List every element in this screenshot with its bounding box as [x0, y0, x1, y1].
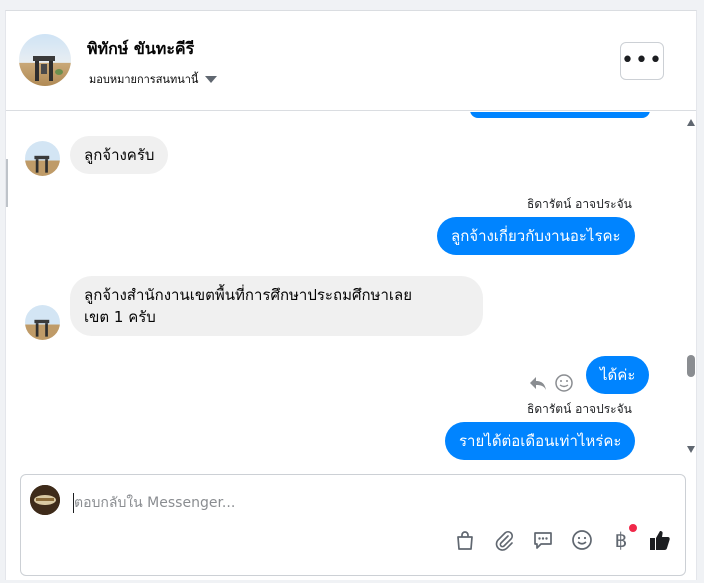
saved-reply-icon[interactable]: [530, 527, 556, 553]
caret-down-icon: [205, 75, 218, 83]
message-sender-name: ธิดารัตน์ อาจประจัน: [527, 197, 632, 211]
reply-composer: ฿: [20, 474, 686, 576]
message-bubble-outgoing[interactable]: รายได้ต่อเดือนเท่าไหร่คะ: [445, 422, 636, 460]
contact-avatar-small: [25, 305, 60, 340]
conversation-panel: พิทักษ์ ขันทะคีรี มอบหมายการสนทนานี้ •••…: [5, 10, 697, 580]
scrollbar-thumb[interactable]: [687, 355, 695, 377]
scroll-up-arrow-icon[interactable]: [687, 119, 695, 126]
baht-symbol: ฿: [614, 528, 628, 552]
contact-avatar-small: [25, 141, 60, 176]
reply-input[interactable]: [74, 492, 634, 514]
baht-payment-icon[interactable]: ฿: [608, 524, 637, 553]
message-line: เขต 1 ครับ: [84, 308, 156, 326]
page-avatar: [30, 485, 60, 515]
message-bubble-incoming[interactable]: ลูกจ้างสำนักงานเขตพื้นที่การศึกษาประถมศึ…: [70, 276, 483, 336]
contact-name[interactable]: พิทักษ์ ขันทะคีรี: [87, 37, 194, 62]
shopping-bag-icon[interactable]: [452, 527, 478, 553]
scroll-down-arrow-icon[interactable]: [687, 446, 695, 453]
message-bubble-incoming[interactable]: ลูกจ้างครับ: [70, 136, 169, 174]
message-thread[interactable]: ลูกจ้างครับ ธิดารัตน์ อาจประจัน ลูกจ้างเ…: [6, 112, 684, 462]
contact-avatar[interactable]: [19, 34, 71, 86]
composer-toolbar: ฿: [452, 524, 673, 553]
react-emoji-icon[interactable]: [554, 373, 574, 393]
message-line: ลูกจ้างสำนักงานเขตพื้นที่การศึกษาประถมศึ…: [84, 286, 412, 304]
paperclip-icon[interactable]: [491, 527, 517, 553]
emoji-icon[interactable]: [569, 527, 595, 553]
message-bubble-outgoing-partial: [470, 112, 650, 118]
notification-dot: [629, 524, 637, 532]
more-options-button[interactable]: •••: [620, 42, 664, 80]
assign-conversation-label: มอบหมายการสนทนานี้: [89, 73, 199, 86]
reply-icon[interactable]: [528, 373, 548, 393]
thumbs-up-icon[interactable]: [647, 527, 673, 553]
assign-conversation-dropdown[interactable]: มอบหมายการสนทนานี้: [89, 70, 218, 88]
message-bubble-outgoing[interactable]: ได้ค่ะ: [586, 356, 650, 394]
message-sender-name: ธิดารัตน์ อาจประจัน: [527, 402, 632, 416]
message-bubble-outgoing[interactable]: ลูกจ้างเกี่ยวกับงานอะไรคะ: [437, 217, 635, 255]
conversation-header: พิทักษ์ ขันทะคีรี มอบหมายการสนทนานี้ •••: [6, 11, 696, 111]
